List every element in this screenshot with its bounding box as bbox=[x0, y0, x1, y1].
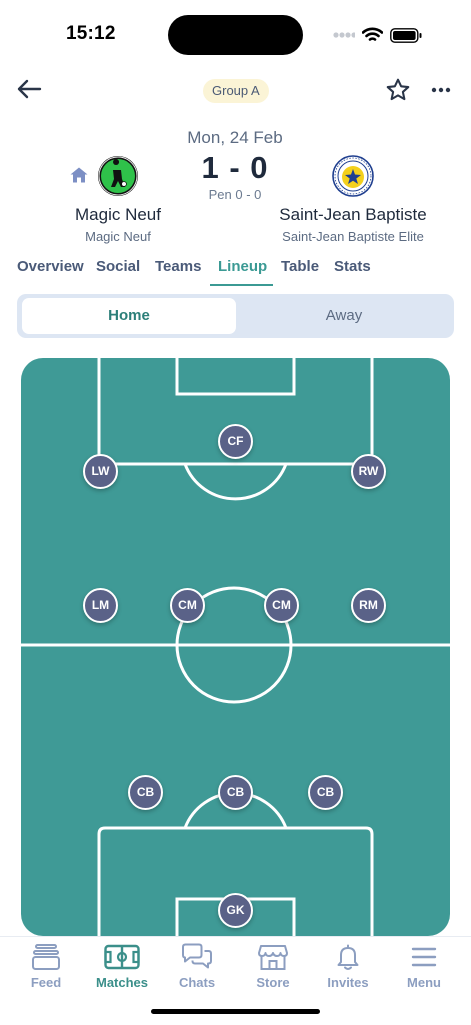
store-icon bbox=[258, 945, 288, 970]
home-team-crest[interactable] bbox=[97, 155, 139, 197]
nav-invites[interactable]: Invites bbox=[313, 941, 383, 990]
nav-matches[interactable]: Matches bbox=[87, 941, 157, 990]
tab-teams[interactable]: Teams bbox=[155, 258, 201, 275]
more-options-button[interactable] bbox=[425, 73, 457, 107]
tab-table[interactable]: Table bbox=[281, 258, 319, 275]
lineup-pitch: CF LW RW LM CM CM RM CB CB CB GK bbox=[21, 358, 450, 936]
home-team-subtitle: Magic Neuf bbox=[85, 229, 151, 244]
position-marker-rm[interactable]: RM bbox=[351, 588, 386, 623]
match-score: 1 - 0 bbox=[201, 150, 269, 185]
position-marker-cb-left[interactable]: CB bbox=[128, 775, 163, 810]
nav-menu-label: Menu bbox=[407, 975, 441, 990]
home-lineup-button[interactable]: Home bbox=[22, 298, 236, 334]
nav-invites-label: Invites bbox=[327, 975, 369, 990]
away-team-name[interactable]: Saint-Jean Baptiste bbox=[262, 205, 444, 225]
away-team-crest[interactable] bbox=[332, 155, 374, 197]
tab-stats[interactable]: Stats bbox=[334, 258, 371, 275]
home-indicator[interactable] bbox=[151, 1009, 320, 1014]
nav-feed-label: Feed bbox=[30, 975, 62, 990]
nav-store-label: Store bbox=[256, 975, 290, 990]
position-marker-cm-right[interactable]: CM bbox=[264, 588, 299, 623]
pitch-icon bbox=[104, 944, 140, 970]
position-marker-rw[interactable]: RW bbox=[351, 454, 386, 489]
nav-store[interactable]: Store bbox=[238, 941, 308, 990]
bell-icon bbox=[337, 944, 359, 970]
home-team-icon bbox=[69, 166, 89, 184]
away-lineup-button[interactable]: Away bbox=[239, 298, 449, 334]
nav-chats-label: Chats bbox=[178, 975, 216, 990]
chat-bubbles-icon bbox=[182, 943, 212, 969]
lineup-side-toggle: Home Away bbox=[17, 294, 454, 338]
position-marker-lw[interactable]: LW bbox=[83, 454, 118, 489]
match-date: Mon, 24 Feb bbox=[187, 128, 283, 147]
nav-menu[interactable]: Menu bbox=[389, 941, 459, 990]
signal-icon bbox=[333, 32, 355, 38]
tab-lineup[interactable]: Lineup bbox=[218, 258, 267, 275]
tab-overview[interactable]: Overview bbox=[17, 258, 84, 275]
group-badge: Group A bbox=[203, 79, 269, 103]
status-time: 15:12 bbox=[66, 23, 116, 44]
match-tabs: Overview Social Teams Lineup Table Stats bbox=[0, 258, 471, 288]
home-team-name[interactable]: Magic Neuf bbox=[40, 205, 196, 225]
position-marker-cf[interactable]: CF bbox=[218, 424, 253, 459]
position-marker-cb-right[interactable]: CB bbox=[308, 775, 343, 810]
penalty-score: Pen 0 - 0 bbox=[208, 187, 262, 202]
nav-chats[interactable]: Chats bbox=[162, 941, 232, 990]
position-marker-lm[interactable]: LM bbox=[83, 588, 118, 623]
arrow-left-icon bbox=[17, 79, 42, 99]
battery-icon bbox=[390, 27, 422, 43]
menu-icon bbox=[411, 947, 437, 967]
more-dots-icon bbox=[431, 87, 451, 93]
active-tab-indicator bbox=[210, 284, 273, 286]
wifi-icon bbox=[362, 27, 383, 41]
nav-matches-label: Matches bbox=[95, 975, 149, 990]
position-marker-cm-left[interactable]: CM bbox=[170, 588, 205, 623]
star-outline-icon bbox=[386, 78, 410, 101]
status-icons bbox=[333, 25, 422, 45]
feed-icon bbox=[32, 944, 60, 970]
back-button[interactable] bbox=[12, 72, 46, 106]
position-marker-cb-center[interactable]: CB bbox=[218, 775, 253, 810]
away-team-subtitle: Saint-Jean Baptiste Elite bbox=[282, 229, 424, 244]
position-marker-gk[interactable]: GK bbox=[218, 893, 253, 928]
favorite-button[interactable] bbox=[381, 73, 415, 107]
tab-social[interactable]: Social bbox=[96, 258, 140, 275]
dynamic-island bbox=[168, 15, 303, 55]
nav-feed[interactable]: Feed bbox=[11, 941, 81, 990]
